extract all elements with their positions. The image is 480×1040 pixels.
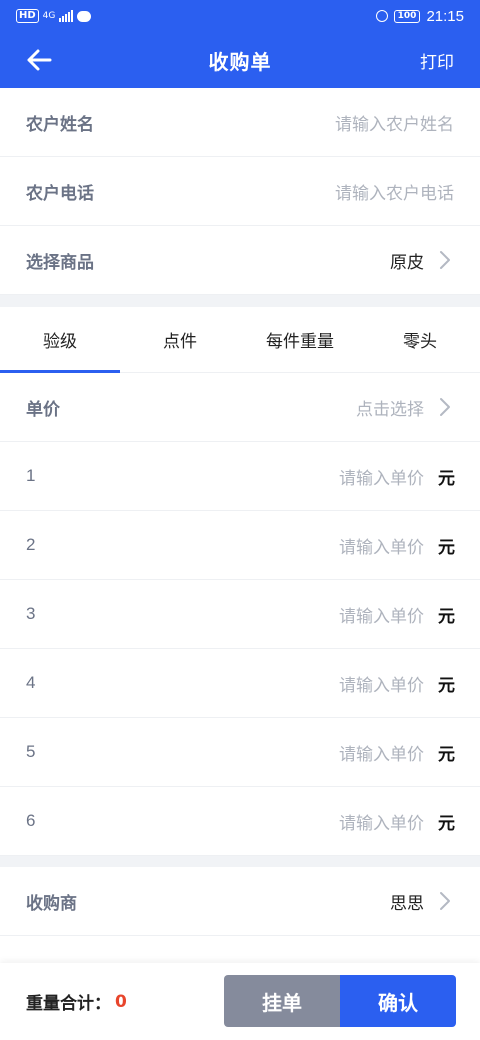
price-row: 2 请输入单价 元 xyxy=(0,511,480,580)
weight-total-label: 重量合计： xyxy=(26,994,111,1014)
battery-icon: 100 xyxy=(393,9,421,23)
price-row: 1 请输入单价 元 xyxy=(0,442,480,511)
price-unit: 元 xyxy=(438,468,455,489)
unit-price-select[interactable]: 点击选择 xyxy=(356,395,424,420)
confirm-button[interactable]: 确认 xyxy=(340,975,456,1027)
farmer-phone-label: 农户电话 xyxy=(26,183,94,204)
tab-weight-per-piece[interactable]: 每件重量 xyxy=(240,307,360,372)
hd-icon: HD xyxy=(16,9,39,23)
unit-price-label: 单价 xyxy=(26,399,60,420)
price-row-index: 4 xyxy=(26,673,36,692)
signal-icon xyxy=(59,10,74,22)
grade-tabs: 验级 点件 每件重量 零头 xyxy=(0,307,480,373)
farmer-name-input[interactable]: 请输入农户姓名 xyxy=(335,110,454,135)
buyer-value: 思思 xyxy=(390,893,424,914)
tab-count[interactable]: 点件 xyxy=(120,307,240,372)
chevron-right-icon xyxy=(440,398,450,416)
tab-remainder[interactable]: 零头 xyxy=(360,307,480,372)
price-row-index: 3 xyxy=(26,604,36,623)
price-unit: 元 xyxy=(438,675,455,696)
price-row: 5 请输入单价 元 xyxy=(0,718,480,787)
clock: 21:15 xyxy=(426,7,464,25)
page-title: 收购单 xyxy=(208,49,272,74)
weight-total-value: 0 xyxy=(115,991,127,1012)
price-unit: 元 xyxy=(438,813,455,834)
chevron-right-icon xyxy=(440,251,450,269)
price-input[interactable]: 请输入单价 xyxy=(339,809,424,834)
chat-bubble-icon xyxy=(77,10,92,22)
alarm-icon xyxy=(375,10,388,22)
buyer-row[interactable]: 收购商 思思 xyxy=(0,867,480,936)
selected-product-value: 原皮 xyxy=(390,252,424,273)
select-product-row[interactable]: 选择商品 原皮 xyxy=(0,226,480,295)
price-unit: 元 xyxy=(438,537,455,558)
status-bar: HD 4G 100 21:15 xyxy=(0,0,480,32)
buyer-label: 收购商 xyxy=(26,893,77,914)
price-row-index: 1 xyxy=(26,466,36,485)
price-unit: 元 xyxy=(438,606,455,627)
price-input[interactable]: 请输入单价 xyxy=(339,671,424,696)
print-button[interactable]: 打印 xyxy=(420,48,454,73)
farmer-name-row[interactable]: 农户姓名 请输入农户姓名 xyxy=(0,88,480,157)
tab-grading[interactable]: 验级 xyxy=(0,307,120,373)
action-buttons: 挂单 确认 xyxy=(224,975,456,1027)
hang-order-button[interactable]: 挂单 xyxy=(224,975,340,1027)
price-input[interactable]: 请输入单价 xyxy=(339,740,424,765)
price-row-index: 6 xyxy=(26,811,36,830)
price-row: 3 请输入单价 元 xyxy=(0,580,480,649)
network-type: 4G xyxy=(42,11,56,21)
select-product-label: 选择商品 xyxy=(26,252,94,273)
farmer-name-label: 农户姓名 xyxy=(26,114,94,135)
farmer-phone-row[interactable]: 农户电话 请输入农户电话 xyxy=(0,157,480,226)
price-row-index: 5 xyxy=(26,742,36,761)
unit-price-row[interactable]: 单价 点击选择 xyxy=(0,373,480,442)
farmer-phone-input[interactable]: 请输入农户电话 xyxy=(335,179,454,204)
header-bar: 收购单 打印 xyxy=(0,32,480,88)
bottom-bar: 重量合计： 0 挂单 确认 xyxy=(0,963,480,1040)
price-input[interactable]: 请输入单价 xyxy=(339,533,424,558)
price-input[interactable]: 请输入单价 xyxy=(339,464,424,489)
price-row: 6 请输入单价 元 xyxy=(0,787,480,856)
chevron-right-icon xyxy=(440,892,450,910)
price-row: 4 请输入单价 元 xyxy=(0,649,480,718)
price-input[interactable]: 请输入单价 xyxy=(339,602,424,627)
price-unit: 元 xyxy=(438,744,455,765)
price-row-index: 2 xyxy=(26,535,36,554)
back-arrow-icon[interactable] xyxy=(24,46,54,74)
